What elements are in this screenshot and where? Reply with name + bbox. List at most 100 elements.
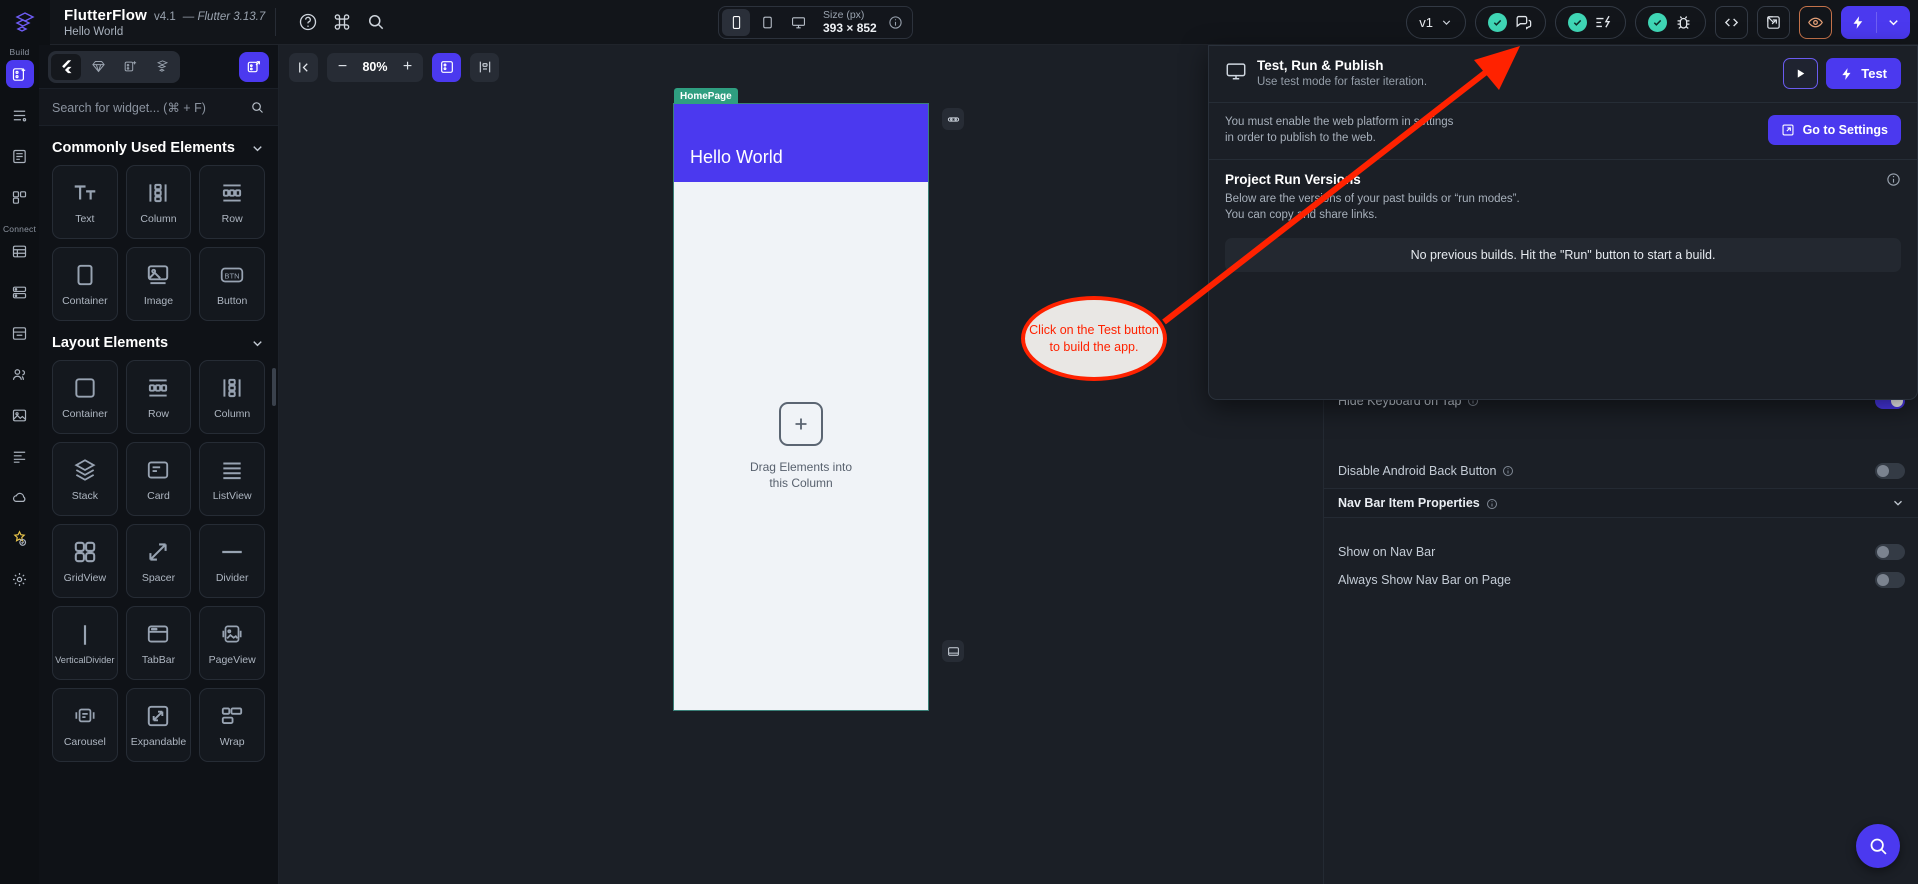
property-row-always-show-nav-bar[interactable]: Always Show Nav Bar on Page (1324, 566, 1918, 594)
widget-card-container[interactable]: Container (52, 247, 118, 321)
zoom-out-button[interactable]: − (331, 56, 354, 79)
code-view-button[interactable] (1715, 6, 1748, 39)
collapse-panel-button[interactable] (289, 52, 318, 82)
chevron-down-icon[interactable] (250, 141, 265, 156)
palette-scroll-area[interactable]: Commonly Used Elements Text Column Row C… (39, 126, 278, 884)
versions-desc-line2: You can copy and share links. (1225, 209, 1378, 222)
versions-description: Below are the versions of your past buil… (1225, 191, 1901, 224)
widget-card-listview[interactable]: ListView (199, 442, 265, 516)
search-input[interactable]: Search for widget... (⌘ + F) (39, 89, 278, 126)
run-play-button[interactable] (1783, 58, 1819, 89)
widget-card-column[interactable]: Column (199, 360, 265, 434)
chevron-down-icon[interactable] (250, 336, 265, 351)
widget-card-divider[interactable]: Divider (199, 524, 265, 598)
zoom-level: 80% (362, 60, 388, 74)
canvas-frame-button[interactable] (432, 52, 461, 82)
widget-card-stack[interactable]: Stack (52, 442, 118, 516)
info-icon[interactable] (1486, 497, 1498, 509)
widget-card-tabbar[interactable]: TabBar (125, 606, 192, 680)
widget-label: VerticalDivider (55, 655, 115, 665)
widget-card-text[interactable]: Text (52, 165, 118, 239)
sidebar-item-theme[interactable] (6, 442, 34, 470)
row-icon (219, 179, 245, 207)
widget-card-expandable[interactable]: Expandable (125, 688, 192, 762)
help-circle-icon[interactable] (298, 12, 318, 32)
palette-resize-handle[interactable] (272, 368, 276, 406)
widget-label: Button (216, 295, 248, 307)
property-row-disable-back[interactable]: Disable Android Back Button (1324, 457, 1918, 485)
test-button[interactable]: Test (1826, 58, 1901, 89)
info-icon[interactable] (1886, 172, 1901, 187)
comments-status-pill[interactable] (1475, 6, 1546, 39)
sidebar-item-database[interactable] (6, 237, 34, 265)
device-phone-button[interactable] (722, 9, 750, 36)
tab-gem-widgets[interactable] (83, 54, 113, 80)
zoom-in-button[interactable]: + (396, 56, 419, 79)
performance-status-pill[interactable] (1555, 6, 1626, 39)
sidebar-item-pages[interactable] (6, 142, 34, 170)
widget-card-container[interactable]: Container (52, 360, 118, 434)
app-bar[interactable]: Hello World (674, 104, 928, 182)
toggle-disable-back[interactable] (1875, 463, 1905, 479)
flutterflow-logo[interactable] (0, 0, 50, 45)
run-publish-button[interactable] (1841, 6, 1910, 39)
callout-line2: to build the app. (1049, 339, 1139, 354)
widget-card-image[interactable]: Image (125, 247, 192, 321)
widget-card-verticaldivider[interactable]: VerticalDivider (52, 606, 118, 680)
device-tablet-button[interactable] (753, 9, 781, 36)
sidebar-item-widget-tree[interactable] (5, 60, 34, 88)
tab-flow-widgets[interactable] (147, 54, 177, 80)
info-icon[interactable] (888, 15, 903, 30)
widget-card-row[interactable]: Row (199, 165, 265, 239)
preview-eye-button[interactable] (1799, 6, 1832, 39)
sidebar-item-storage[interactable] (6, 319, 34, 347)
widget-card-gridview[interactable]: GridView (52, 524, 118, 598)
widget-card-button[interactable]: BTN Button (199, 247, 265, 321)
info-icon[interactable] (1502, 465, 1514, 477)
debug-status-pill[interactable] (1635, 6, 1706, 39)
add-element-icon[interactable] (779, 402, 823, 447)
command-icon[interactable] (332, 12, 352, 32)
widget-card-column[interactable]: Column (125, 165, 192, 239)
device-preview-frame[interactable]: HomePage Hello World Drag Elements into … (673, 88, 929, 711)
section-header-layout-elements[interactable]: Layout Elements (52, 321, 265, 360)
widget-card-pageview[interactable]: PageView (199, 606, 265, 680)
canvas-inspect-button[interactable] (470, 52, 499, 82)
help-fab-button[interactable] (1856, 824, 1900, 868)
navbar-settings-button[interactable] (942, 640, 964, 662)
column-drop-area[interactable]: Drag Elements into this Column (674, 182, 928, 711)
widget-card-spacer[interactable]: Spacer (125, 524, 192, 598)
widget-card-row[interactable]: Row (125, 360, 192, 434)
chevron-down-icon[interactable] (1891, 496, 1905, 510)
sidebar-item-cloud[interactable] (6, 483, 34, 511)
widget-label: Stack (71, 490, 98, 502)
toggle-show-on-nav-bar[interactable] (1875, 544, 1905, 560)
toggle-always-show-nav-bar[interactable] (1875, 572, 1905, 588)
widget-card-carousel[interactable]: Carousel (52, 688, 118, 762)
section-header-commonly-used[interactable]: Commonly Used Elements (52, 126, 265, 165)
search-icon[interactable] (366, 12, 386, 32)
sidebar-item-page-selector[interactable] (6, 101, 34, 129)
sidebar-item-settings[interactable] (6, 565, 34, 593)
sidebar-item-api[interactable] (6, 278, 34, 306)
page-tag[interactable]: HomePage (674, 88, 738, 104)
tab-flutter-widgets[interactable] (51, 53, 81, 80)
version-selector[interactable]: v1 (1406, 6, 1466, 39)
open-external-button[interactable] (1757, 6, 1790, 39)
open-widget-panel-button[interactable] (239, 51, 269, 82)
sidebar-item-tests[interactable] (6, 524, 34, 552)
widget-card-card[interactable]: Card (125, 442, 192, 516)
section-nav-bar-item-properties[interactable]: Nav Bar Item Properties (1324, 488, 1918, 518)
status-check-icon (1648, 13, 1667, 32)
tab-custom-widgets[interactable] (115, 54, 145, 80)
appbar-settings-button[interactable] (942, 108, 964, 130)
sidebar-item-users[interactable] (6, 360, 34, 388)
sidebar-item-components[interactable] (6, 183, 34, 211)
run-dropdown-chevron-icon[interactable] (1877, 15, 1910, 30)
go-to-settings-button[interactable]: Go to Settings (1767, 115, 1901, 146)
widget-card-wrap[interactable]: Wrap (199, 688, 265, 762)
sidebar-item-media[interactable] (6, 401, 34, 429)
device-desktop-button[interactable] (784, 9, 812, 36)
property-row-show-on-nav-bar[interactable]: Show on Nav Bar (1324, 538, 1918, 566)
dropdown-subtitle: Use test mode for faster iteration. (1257, 76, 1428, 88)
